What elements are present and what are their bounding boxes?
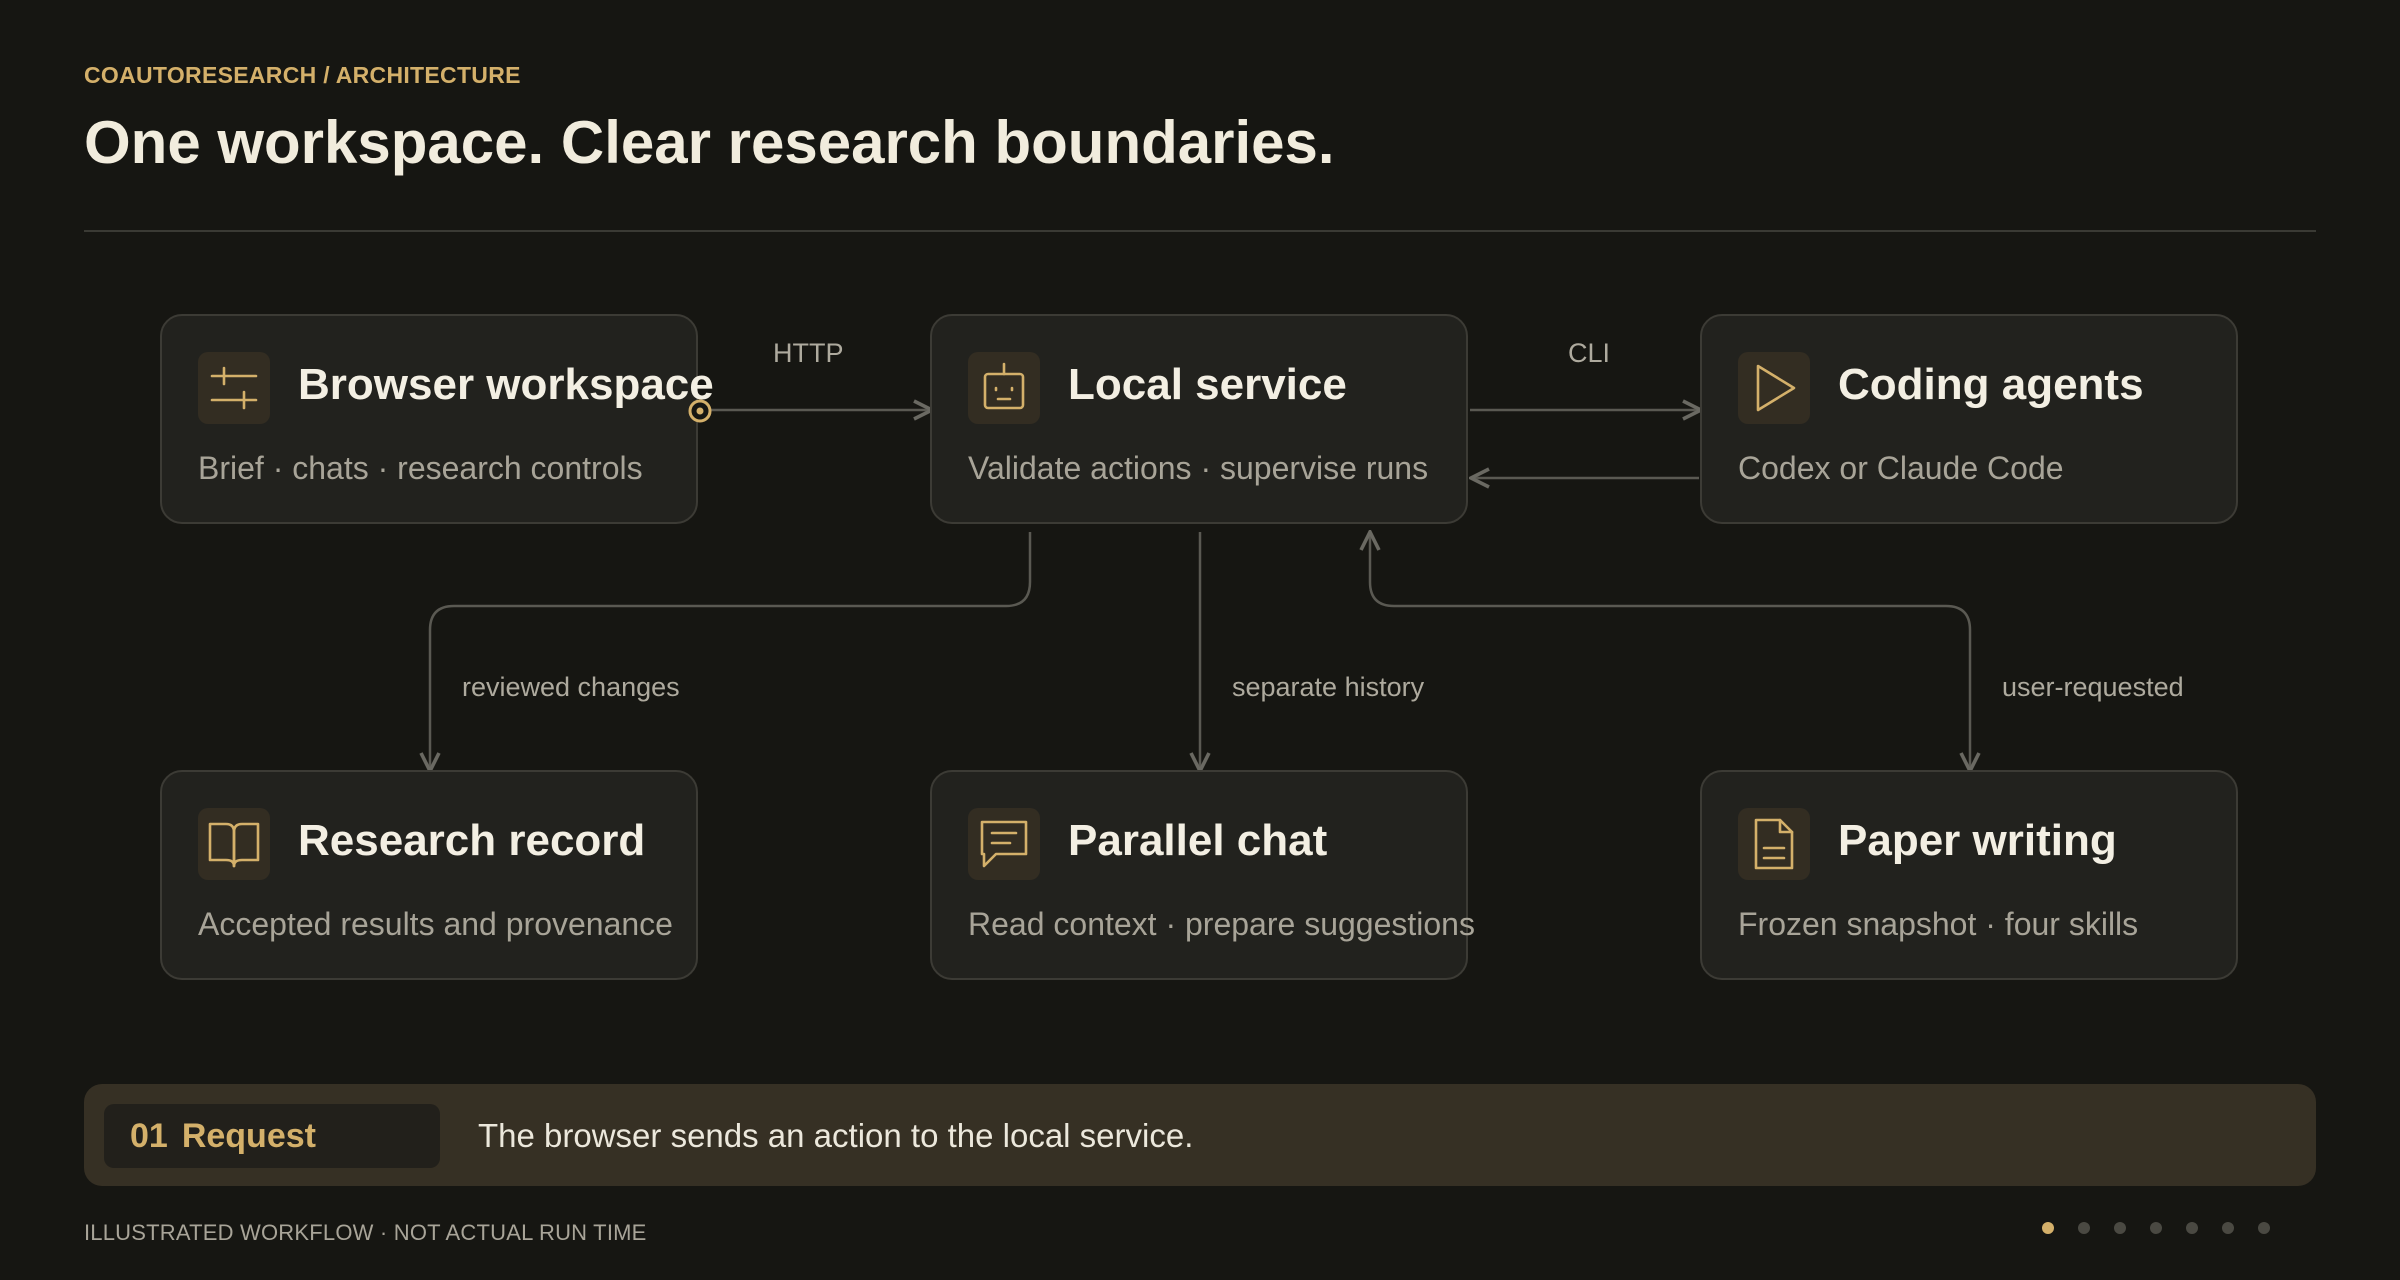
book-icon (198, 808, 270, 880)
edge-label-user-requested: user-requested (2002, 672, 2184, 702)
step-number: 01 (130, 1116, 168, 1155)
step-dot-2[interactable] (2078, 1222, 2090, 1234)
step-dot-5[interactable] (2186, 1222, 2198, 1234)
node-title: Local service (1068, 360, 1347, 409)
edge-label-reviewed-changes: reviewed changes (462, 672, 680, 702)
node-research-record: Research record Accepted results and pro… (160, 770, 698, 980)
node-description: Accepted results and provenance (198, 906, 673, 942)
step-dot-4[interactable] (2150, 1222, 2162, 1234)
step-label: Request (181, 1116, 316, 1155)
node-title: Paper writing (1838, 816, 2117, 865)
edge-label-cli: CLI (1568, 338, 1611, 368)
node-browser-workspace: Browser workspace Brief · chats · resear… (160, 314, 714, 524)
step-description: The browser sends an action to the local… (478, 1117, 1194, 1154)
node-title: Parallel chat (1068, 816, 1328, 865)
node-local-service: Local service Validate actions · supervi… (930, 314, 1468, 524)
play-icon (1738, 352, 1810, 424)
node-description: Codex or Claude Code (1738, 450, 2064, 486)
robot-icon (968, 352, 1040, 424)
edge-label-http: HTTP (773, 338, 844, 368)
node-title: Research record (298, 816, 646, 865)
user-requested-connector (1370, 532, 1970, 771)
document-icon (1738, 808, 1810, 880)
http-origin-marker (688, 399, 712, 423)
step-dot-3[interactable] (2114, 1222, 2126, 1234)
node-description: Frozen snapshot · four skills (1738, 906, 2139, 942)
reviewed-changes-connector (430, 532, 1032, 771)
step-banner: 01 Request The browser sends an action t… (84, 1084, 2316, 1186)
step-dot-6[interactable] (2222, 1222, 2234, 1234)
node-paper-writing: Paper writing Frozen snapshot · four ski… (1700, 770, 2238, 980)
sliders-icon (198, 352, 270, 424)
edge-label-separate-history: separate history (1232, 672, 1425, 702)
footer-note: ILLUSTRATED WORKFLOW · NOT ACTUAL RUN TI… (84, 1220, 647, 1245)
step-badge: 01 Request (104, 1104, 440, 1168)
step-dot-7[interactable] (2258, 1222, 2270, 1234)
node-description: Brief · chats · research controls (198, 450, 643, 486)
step-pagination[interactable] (2042, 1222, 2270, 1234)
node-title: Coding agents (1838, 360, 2144, 409)
node-description: Validate actions · supervise runs (968, 450, 1429, 486)
step-dot-1[interactable] (2042, 1222, 2054, 1234)
node-title: Browser workspace (298, 360, 714, 409)
chat-bubble-icon (968, 808, 1040, 880)
node-parallel-chat: Parallel chat Read context · prepare sug… (930, 770, 1475, 980)
node-description: Read context · prepare suggestions (968, 906, 1475, 942)
node-coding-agents: Coding agents Codex or Claude Code (1700, 314, 2238, 524)
